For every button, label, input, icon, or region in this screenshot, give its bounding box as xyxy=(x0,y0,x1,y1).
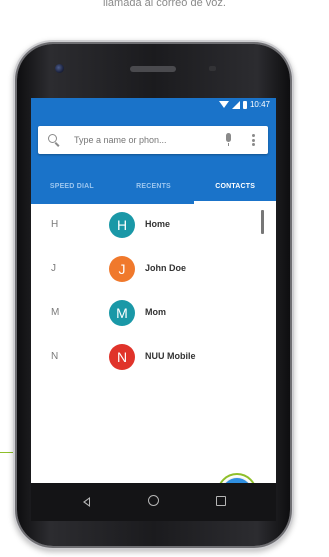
mic-icon[interactable] xyxy=(226,133,231,146)
status-time: 10:47 xyxy=(249,100,270,109)
section-letter: M xyxy=(51,307,60,318)
contact-name[interactable]: Home xyxy=(145,219,170,229)
contact-name[interactable]: Mom xyxy=(145,307,166,317)
tab-bar: SPEED DIAL RECENTS CONTACTS xyxy=(31,168,276,204)
status-bar: 10:47 xyxy=(31,98,276,114)
signal-icon xyxy=(231,100,240,109)
contact-name[interactable]: John Doe xyxy=(145,263,186,273)
caption-text: llamada al correo de voz. xyxy=(103,0,226,9)
navigation-bar xyxy=(31,483,276,521)
tab-recents[interactable]: RECENTS xyxy=(113,168,195,204)
battery-icon xyxy=(242,100,247,109)
avatar[interactable]: H xyxy=(109,212,135,238)
back-icon[interactable] xyxy=(83,497,90,507)
earpiece-speaker xyxy=(130,66,176,72)
home-icon[interactable] xyxy=(148,495,159,506)
proximity-sensor xyxy=(209,66,216,71)
section-letter: J xyxy=(51,263,56,274)
phone-frame: 10:47 Type a name or phon... SPEED DIAL … xyxy=(17,44,290,546)
section-letter: H xyxy=(51,219,59,230)
tab-speed-dial[interactable]: SPEED DIAL xyxy=(31,168,113,204)
contact-row-mom[interactable]: M M Mom xyxy=(31,292,276,336)
scrollbar[interactable] xyxy=(261,210,264,234)
recents-icon[interactable] xyxy=(216,496,226,506)
section-letter: N xyxy=(51,351,59,362)
contact-row-john-doe[interactable]: J J John Doe xyxy=(31,248,276,292)
search-icon[interactable] xyxy=(48,134,57,143)
contact-row-home[interactable]: H H Home xyxy=(31,204,276,248)
contact-row-nuu-mobile[interactable]: N N NUU Mobile xyxy=(31,336,276,380)
search-box[interactable]: Type a name or phon... xyxy=(38,126,268,154)
contact-name[interactable]: NUU Mobile xyxy=(145,351,196,361)
status-icons: 10:47 xyxy=(218,100,270,109)
avatar[interactable]: M xyxy=(109,300,135,326)
search-placeholder[interactable]: Type a name or phon... xyxy=(74,134,167,146)
contact-list: H H Home J J John Doe M M Mom N N NUU Mo… xyxy=(31,204,276,380)
phone-screen: 10:47 Type a name or phon... SPEED DIAL … xyxy=(31,98,276,483)
avatar[interactable]: J xyxy=(109,256,135,282)
front-camera-icon xyxy=(55,64,64,73)
canvas: llamada al correo de voz. 10:47 Type a n… xyxy=(0,0,329,557)
app-bar: Type a name or phon... SPEED DIAL RECENT… xyxy=(31,114,276,204)
avatar[interactable]: N xyxy=(109,344,135,370)
wifi-icon xyxy=(218,101,229,108)
tab-contacts[interactable]: CONTACTS xyxy=(194,168,276,204)
more-vert-icon[interactable] xyxy=(252,134,255,146)
